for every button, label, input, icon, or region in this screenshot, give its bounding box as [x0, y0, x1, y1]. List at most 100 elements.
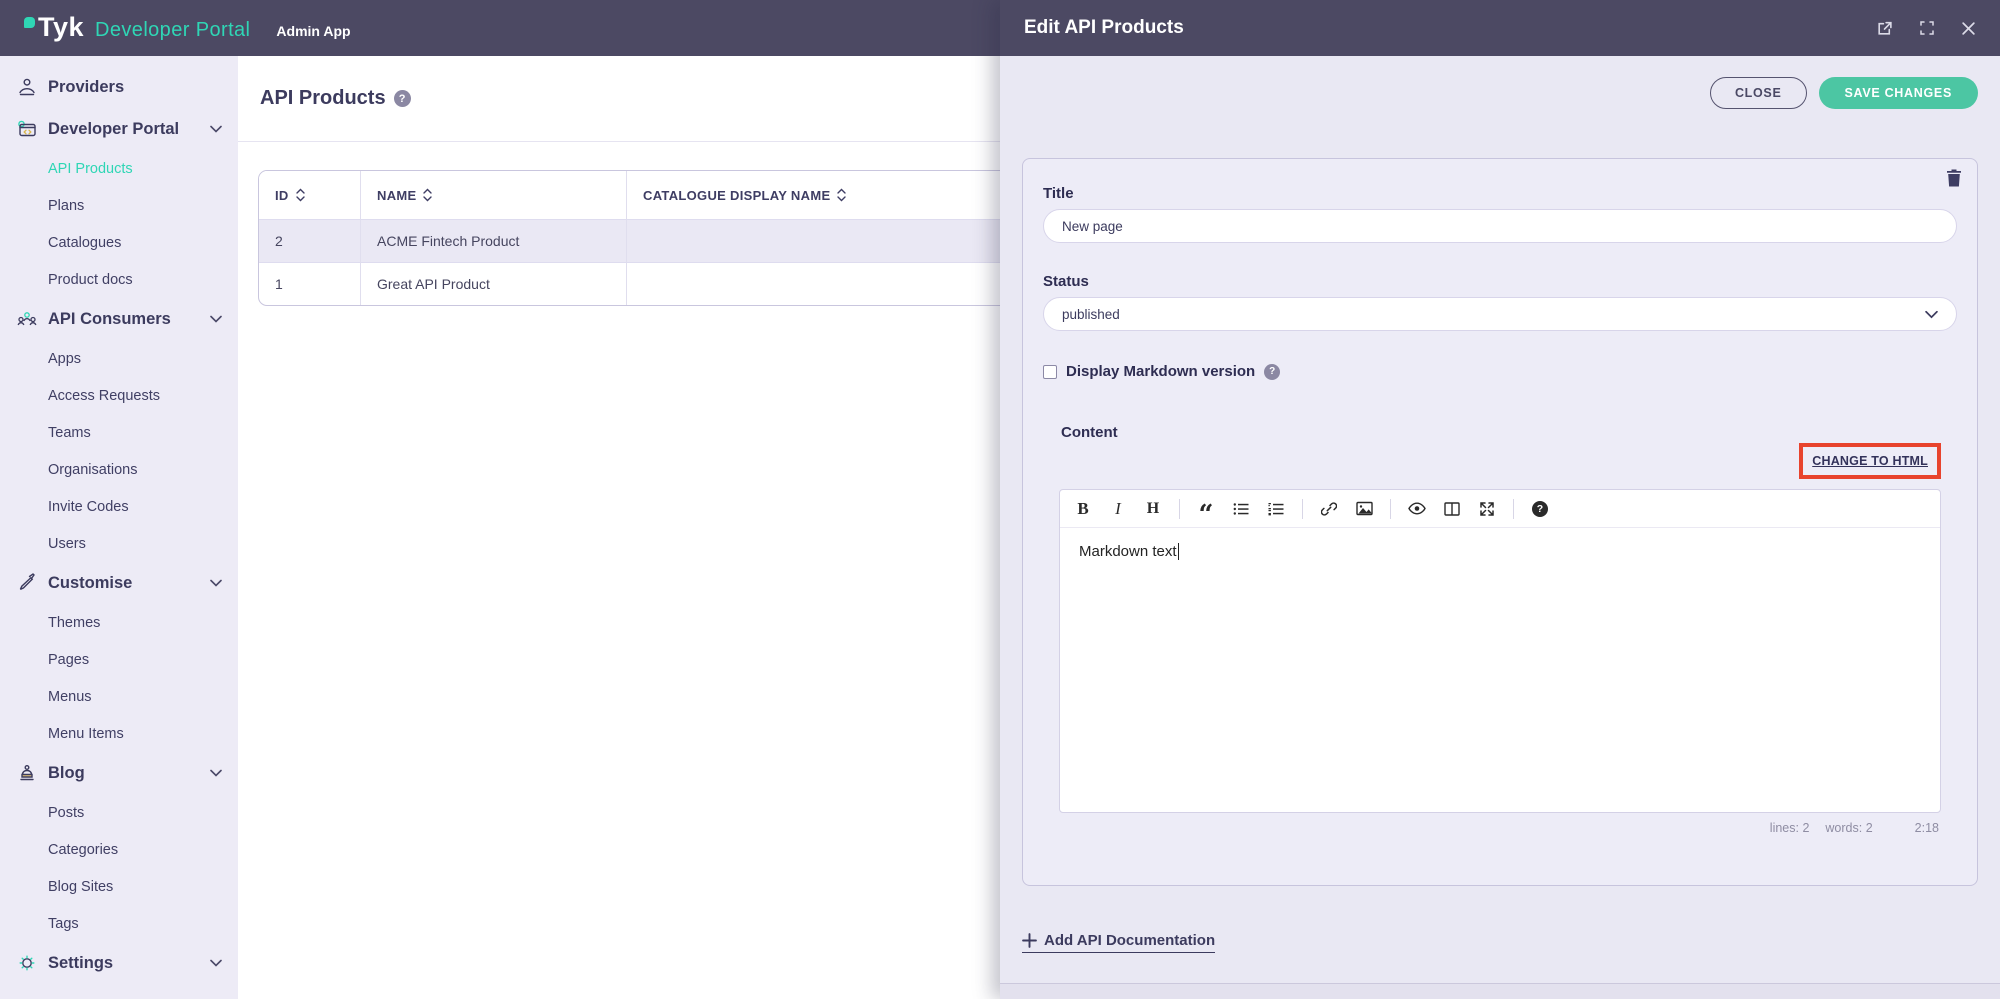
toolbar-separator [1302, 498, 1303, 519]
cell-name[interactable]: Great API Product [361, 262, 627, 305]
sidebar-item-categories[interactable]: Categories [0, 831, 238, 868]
close-button[interactable]: CLOSE [1709, 77, 1807, 109]
sidebar-item-menu-items[interactable]: Menu Items [0, 715, 238, 752]
drawer-footer-strip [1000, 983, 2000, 999]
sidebar-item-apps[interactable]: Apps [0, 340, 238, 377]
drawer-title: Edit API Products [1024, 17, 1184, 38]
help-icon[interactable]: ? [1264, 363, 1281, 380]
change-to-html-row: CHANGE TO HTML [1059, 443, 1941, 479]
sidebar-item-themes[interactable]: Themes [0, 604, 238, 641]
lines-count: lines: 2 [1769, 821, 1810, 835]
fullscreen-arrows-icon[interactable] [1478, 499, 1496, 519]
column-header-name[interactable]: NAME [361, 171, 627, 219]
app-window: Tyk Developer Portal Admin App Providers… [0, 0, 2000, 999]
chevron-down-icon[interactable] [210, 315, 222, 323]
help-glyph: ? [1532, 500, 1548, 517]
save-changes-button[interactable]: SAVE CHANGES [1818, 77, 1978, 109]
page-title: API Products [260, 87, 386, 109]
sidebar-item-invite-codes[interactable]: Invite Codes [0, 488, 238, 525]
blog-icon [14, 761, 40, 785]
sidebar-item-plans[interactable]: Plans [0, 187, 238, 224]
sidebar-item-teams[interactable]: Teams [0, 414, 238, 451]
cell-id[interactable]: 2 [259, 219, 361, 262]
sidebar-item-catalogues[interactable]: Catalogues [0, 224, 238, 261]
cell-id[interactable]: 1 [259, 262, 361, 305]
sidebar-item-label: Themes [48, 614, 101, 631]
markdown-textarea[interactable]: Markdown text [1060, 528, 1940, 812]
quote-icon[interactable]: “ [1197, 499, 1215, 528]
chevron-down-icon[interactable] [210, 769, 222, 777]
status-label: Status [1043, 273, 1089, 290]
content-label: Content [1061, 424, 1118, 441]
link-icon[interactable] [1320, 499, 1338, 519]
sidebar-item-organisations[interactable]: Organisations [0, 451, 238, 488]
unordered-list-icon[interactable] [1232, 499, 1250, 519]
sort-icon[interactable] [837, 188, 847, 202]
sidebar-item-blog[interactable]: Blog [0, 752, 238, 794]
italic-icon[interactable]: I [1109, 499, 1127, 519]
add-api-documentation-link[interactable]: Add API Documentation [1022, 932, 1216, 953]
sidebar-item-label: Blog [48, 763, 85, 782]
sidebar-item-developer-portal[interactable]: Developer Portal [0, 108, 238, 150]
image-icon[interactable] [1355, 499, 1373, 519]
markdown-version-row: Display Markdown version ? [1043, 363, 1957, 380]
sidebar-item-tags[interactable]: Tags [0, 905, 238, 942]
drawer-actions: CLOSE SAVE CHANGES [1000, 56, 2000, 109]
heading-icon[interactable]: H [1144, 499, 1162, 519]
status-select[interactable]: published [1043, 297, 1957, 331]
chevron-down-icon[interactable] [210, 959, 222, 967]
sidebar-item-posts[interactable]: Posts [0, 794, 238, 831]
cell-name[interactable]: ACME Fintech Product [361, 219, 627, 262]
close-icon[interactable] [1961, 21, 1976, 36]
sidebar-item-settings[interactable]: Settings [0, 942, 238, 984]
display-markdown-checkbox[interactable] [1043, 364, 1057, 379]
sidebar-item-users[interactable]: Users [0, 525, 238, 562]
editor-help-icon[interactable]: ? [1531, 499, 1549, 519]
sort-icon[interactable] [295, 188, 305, 202]
sidebar-item-label: Invite Codes [48, 498, 129, 515]
developer-portal-icon [14, 117, 40, 141]
sidebar-item-api-products[interactable]: API Products [0, 150, 238, 187]
sidebar: Providers Developer Portal API Products … [0, 56, 238, 999]
title-input[interactable] [1043, 209, 1957, 243]
sidebar-item-providers[interactable]: Providers [0, 66, 238, 108]
sidebar-item-api-consumers[interactable]: API Consumers [0, 298, 238, 340]
side-by-side-icon[interactable] [1443, 499, 1461, 519]
drawer-header: Edit API Products [1000, 0, 2000, 56]
sidebar-item-label: Customise [48, 573, 133, 592]
page-form-card: Title Status published Display Markdown … [1022, 158, 1978, 886]
sidebar-item-blog-sites[interactable]: Blog Sites [0, 868, 238, 905]
checkbox-label: Display Markdown version [1066, 363, 1256, 380]
sidebar-item-menus[interactable]: Menus [0, 678, 238, 715]
help-icon[interactable]: ? [393, 90, 411, 107]
fullscreen-icon[interactable] [1919, 20, 1935, 36]
column-header-id[interactable]: ID [259, 171, 361, 219]
sidebar-item-label: Providers [48, 77, 125, 96]
column-label: ID [275, 187, 289, 203]
bold-icon[interactable]: B [1074, 499, 1092, 519]
sidebar-item-pages[interactable]: Pages [0, 641, 238, 678]
chevron-down-icon[interactable] [210, 579, 222, 587]
delete-icon[interactable] [1945, 168, 1963, 193]
sidebar-item-label: Categories [48, 841, 119, 858]
ordered-list-icon[interactable] [1267, 499, 1285, 519]
sidebar-item-product-docs[interactable]: Product docs [0, 261, 238, 298]
change-to-html-button[interactable]: CHANGE TO HTML [1812, 454, 1928, 468]
title-label: Title [1043, 185, 1074, 202]
sidebar-item-label: Menus [48, 688, 92, 705]
chevron-down-icon[interactable] [210, 125, 222, 133]
sidebar-item-label: Catalogues [48, 234, 122, 251]
sidebar-item-access-requests[interactable]: Access Requests [0, 377, 238, 414]
preview-eye-icon[interactable] [1408, 499, 1426, 519]
cursor-position: 2:18 [1914, 821, 1939, 835]
chevron-down-icon [1925, 310, 1938, 319]
open-external-icon[interactable] [1876, 20, 1893, 37]
admin-app-label: Admin App [276, 23, 351, 39]
markdown-editor: B I H “ ? Markdown text [1059, 489, 1941, 813]
sidebar-item-label: Users [48, 535, 86, 552]
editor-toolbar: B I H “ ? [1060, 490, 1940, 528]
column-label: CATALOGUE DISPLAY NAME [643, 187, 831, 203]
sort-icon[interactable] [423, 188, 433, 202]
tyk-logo[interactable]: Tyk Developer Portal [24, 14, 250, 42]
sidebar-item-customise[interactable]: Customise [0, 562, 238, 604]
